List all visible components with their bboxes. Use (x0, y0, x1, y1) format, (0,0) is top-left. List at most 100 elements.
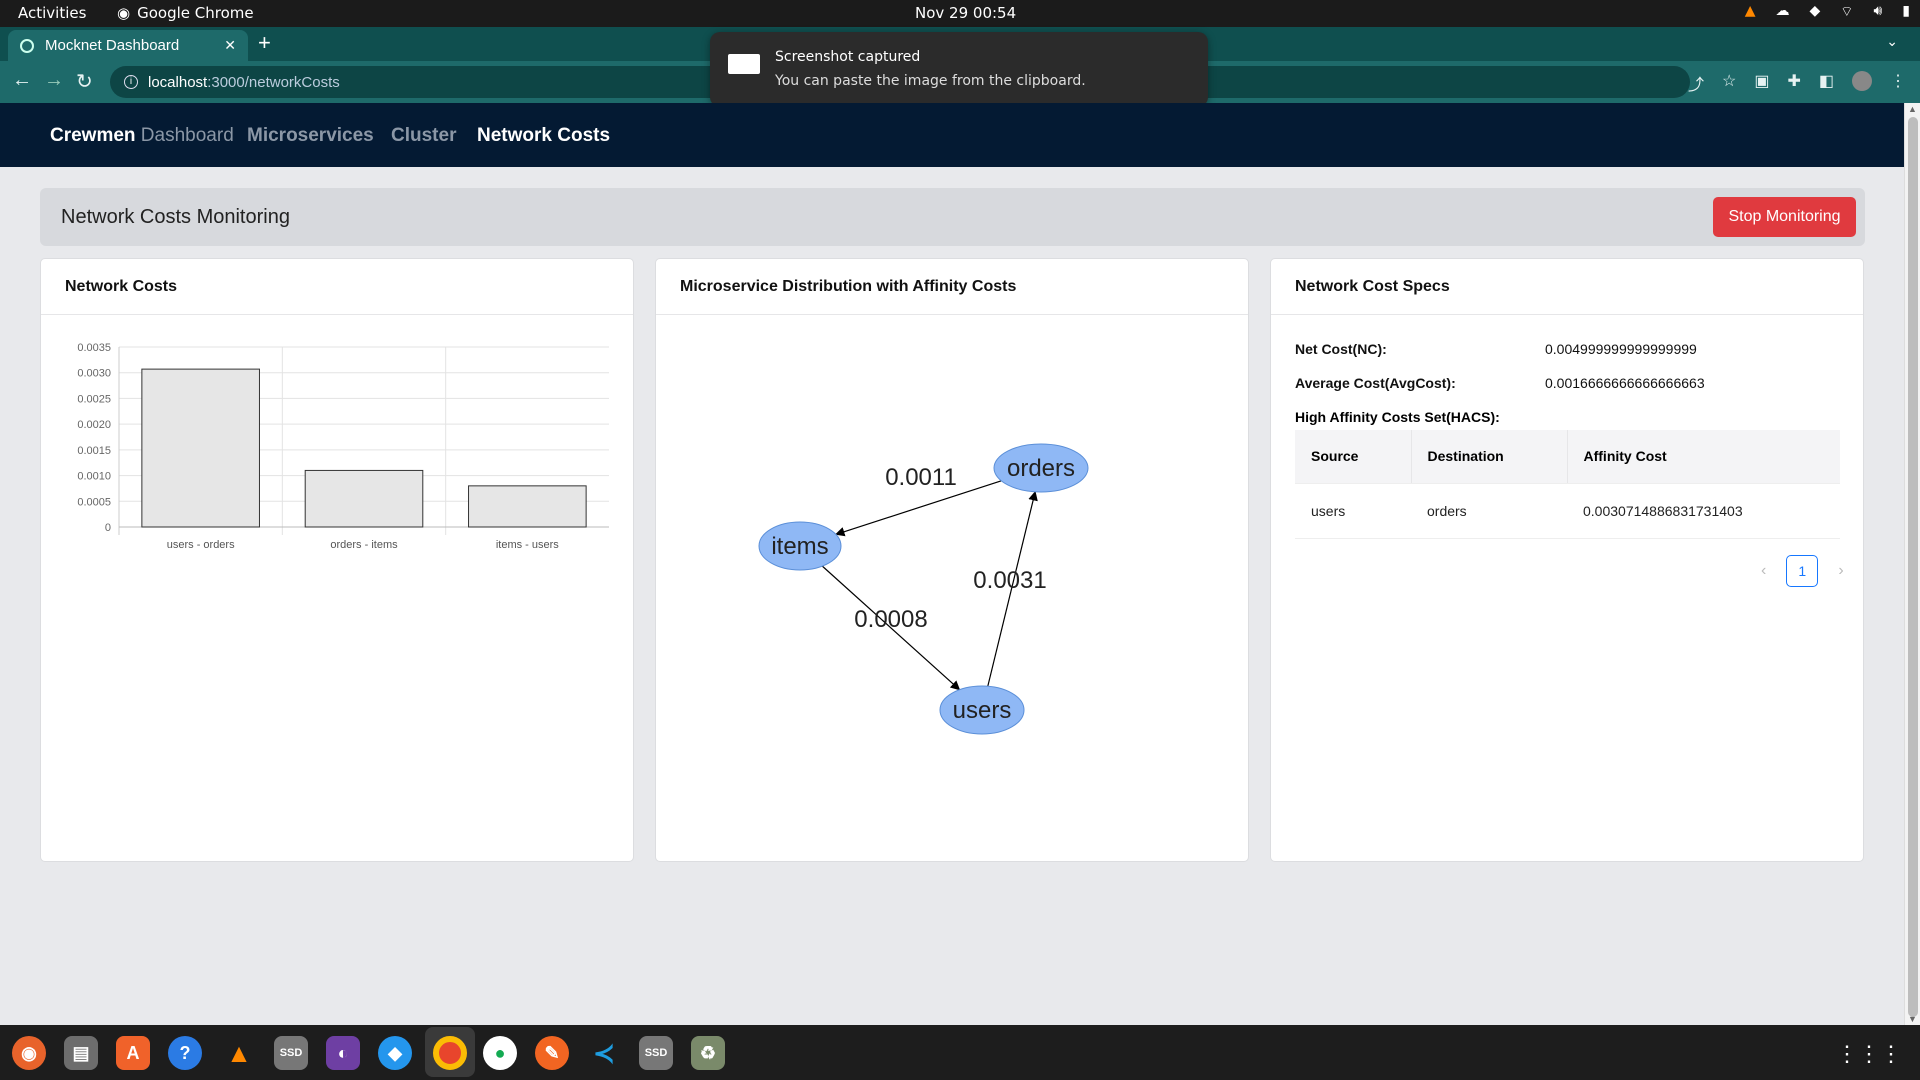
page-scrollbar[interactable]: ▲ ▼ (1904, 103, 1920, 1025)
bar (468, 485, 587, 528)
url-path: :3000/networkCosts (207, 73, 340, 91)
extension-app-icon[interactable]: ▣ (1754, 71, 1769, 95)
nav-microservices[interactable]: Microservices (247, 125, 374, 147)
column-header-source[interactable]: Source (1295, 430, 1411, 484)
notification-body: You can paste the image from the clipboa… (775, 73, 1086, 89)
node-label: users (953, 697, 1012, 724)
column-header-affinity-cost[interactable]: Affinity Cost (1566, 430, 1840, 484)
app-navbar: Crewmen Dashboard Microservices Cluster … (0, 103, 1904, 167)
share-icon[interactable]: ⤴ (1688, 71, 1704, 95)
affinity-graph: 0.0011 0.0031 0.0008 orders items users (758, 443, 1089, 735)
app-menu[interactable]: ◉ Google Chrome (117, 4, 254, 22)
system-tray[interactable]: ▲ ☁ ◆ ⌔ 🔊︎ ▮ (1745, 3, 1910, 21)
x-tick-label: items - users (496, 539, 559, 551)
avg-cost-label: Average Cost(AvgCost): (1295, 375, 1456, 391)
network-icon[interactable]: ⌔ (1840, 3, 1853, 21)
chrome-icon[interactable] (433, 1036, 467, 1070)
system-top-bar: Activities ◉ Google Chrome Nov 29 00:54 … (0, 0, 1920, 27)
column-header-destination[interactable]: Destination (1410, 430, 1567, 484)
ssd-drive-icon[interactable]: SSD (274, 1036, 308, 1070)
edge-cost-label: 0.0031 (973, 567, 1046, 594)
node-label: orders (1007, 455, 1075, 482)
notification-title: Screenshot captured (775, 49, 921, 65)
chrome-menu-icon[interactable]: ⋮ (1890, 71, 1906, 95)
net-cost-value: 0.004999999999999999 (1545, 341, 1697, 357)
screenshot-icon (728, 54, 760, 74)
new-tab-button[interactable]: + (258, 30, 271, 56)
y-tick-label: 0.0035 (77, 342, 111, 354)
hacs-table: Source Destination Affinity Cost users o… (1295, 430, 1840, 539)
screenshot-notification[interactable]: Screenshot captured You can paste the im… (710, 32, 1208, 107)
trash-icon[interactable]: ♻ (691, 1036, 725, 1070)
cell-affinity-cost: 0.0030714886831731403 (1567, 483, 1840, 539)
pagination: ‹ 1 › (1761, 555, 1844, 587)
avg-cost-value: 0.0016666666666666663 (1545, 375, 1705, 391)
y-tick-label: 0 (105, 522, 111, 534)
network-costs-card: Network Costs 0 0.0005 0.0010 0.0015 0.0020 0… (40, 258, 634, 862)
table-row: users orders 0.0030714886831731403 (1295, 483, 1840, 539)
side-panel-icon[interactable]: ◧ (1819, 71, 1834, 95)
cloud-icon[interactable]: ☁ (1776, 3, 1790, 21)
firefox-icon[interactable]: ◉ (12, 1036, 46, 1070)
distribution-card: Microservice Distribution with Affinity … (655, 258, 1249, 862)
card-title: Microservice Distribution with Affinity … (656, 259, 1248, 315)
docker-icon[interactable]: ◆ (378, 1036, 412, 1070)
mongodb-compass-icon[interactable]: ● (483, 1036, 517, 1070)
url-host: localhost (148, 73, 208, 91)
net-cost-label: Net Cost(NC): (1295, 341, 1387, 357)
brand-link[interactable]: Crewmen Dashboard (50, 125, 234, 147)
ubuntu-dock: ◉ ▤ A ? ▲ SSD ◐ ◆ ● ✎ ≺ SSD ♻ ⋮⋮⋮ (0, 1025, 1920, 1080)
vlc-icon[interactable]: ▲ (222, 1036, 256, 1070)
nav-cluster[interactable]: Cluster (391, 125, 456, 147)
site-info-icon[interactable]: i (124, 75, 138, 89)
forward-icon[interactable]: → (44, 69, 64, 92)
edge-cost-label: 0.0008 (854, 606, 927, 633)
nav-network-costs[interactable]: Network Costs (477, 125, 610, 147)
volume-icon[interactable]: 🔊︎ (1873, 3, 1882, 21)
y-tick-label: 0.0020 (77, 419, 111, 431)
scroll-up-icon[interactable]: ▲ (1908, 104, 1917, 114)
clock[interactable]: Nov 29 00:54 (915, 4, 1016, 22)
battery-icon[interactable]: ▮ (1902, 3, 1910, 21)
stop-monitoring-button[interactable]: Stop Monitoring (1713, 197, 1856, 237)
network-costs-chart: 0 0.0005 0.0010 0.0015 0.0020 0.0025 0.0030 0.0… (77, 342, 609, 551)
edge-cost-label: 0.0011 (885, 464, 957, 491)
extensions-puzzle-icon[interactable]: ✚ (1787, 71, 1800, 95)
ssd-drive-2-icon[interactable]: SSD (639, 1036, 673, 1070)
show-applications-icon[interactable]: ⋮⋮⋮ (1836, 1041, 1902, 1067)
activities-button[interactable]: Activities (18, 4, 86, 22)
tab-search-chevron-icon[interactable]: ⌄ (1886, 33, 1898, 50)
profile-avatar[interactable] (1852, 71, 1872, 91)
prev-page-icon[interactable]: ‹ (1761, 562, 1766, 580)
scrollbar-thumb[interactable] (1908, 117, 1918, 1017)
bar (141, 368, 260, 528)
help-icon[interactable]: ? (168, 1036, 202, 1070)
card-title: Network Costs (41, 259, 633, 315)
docker-tray-icon[interactable]: ◆ (1810, 3, 1821, 21)
tab-mocknet-dashboard[interactable]: Mocknet Dashboard ✕ (8, 30, 248, 61)
x-tick-label: users - orders (167, 539, 235, 551)
toolbar-actions: ⤴ ☆ ▣ ✚ ◧ ⋮ (1688, 71, 1906, 95)
postman-icon[interactable]: ✎ (535, 1036, 569, 1070)
brand-light: Dashboard (135, 125, 234, 146)
github-desktop-icon[interactable]: ◐ (326, 1036, 360, 1070)
files-icon[interactable]: ▤ (64, 1036, 98, 1070)
page-1-button[interactable]: 1 (1786, 555, 1819, 587)
vscode-icon[interactable]: ≺ (587, 1036, 621, 1070)
app-center-icon[interactable]: A (116, 1036, 150, 1070)
tab-close-icon[interactable]: ✕ (224, 37, 236, 54)
reload-icon[interactable]: ↻ (76, 69, 93, 94)
back-icon[interactable]: ← (12, 69, 32, 92)
y-tick-label: 0.0015 (77, 445, 111, 457)
bookmark-star-icon[interactable]: ☆ (1722, 71, 1736, 95)
table-header-row: Source Destination Affinity Cost (1295, 430, 1840, 484)
vlc-tray-icon[interactable]: ▲ (1745, 3, 1756, 21)
specs-card: Network Cost Specs Net Cost(NC): 0.00499… (1270, 258, 1864, 862)
scroll-down-icon[interactable]: ▼ (1908, 1014, 1917, 1024)
y-tick-label: 0.0005 (77, 496, 111, 508)
bar (304, 469, 424, 528)
tab-title: Mocknet Dashboard (45, 37, 180, 54)
x-tick-label: orders - items (330, 539, 398, 551)
card-title: Network Cost Specs (1271, 259, 1863, 315)
next-page-icon[interactable]: › (1838, 562, 1843, 580)
